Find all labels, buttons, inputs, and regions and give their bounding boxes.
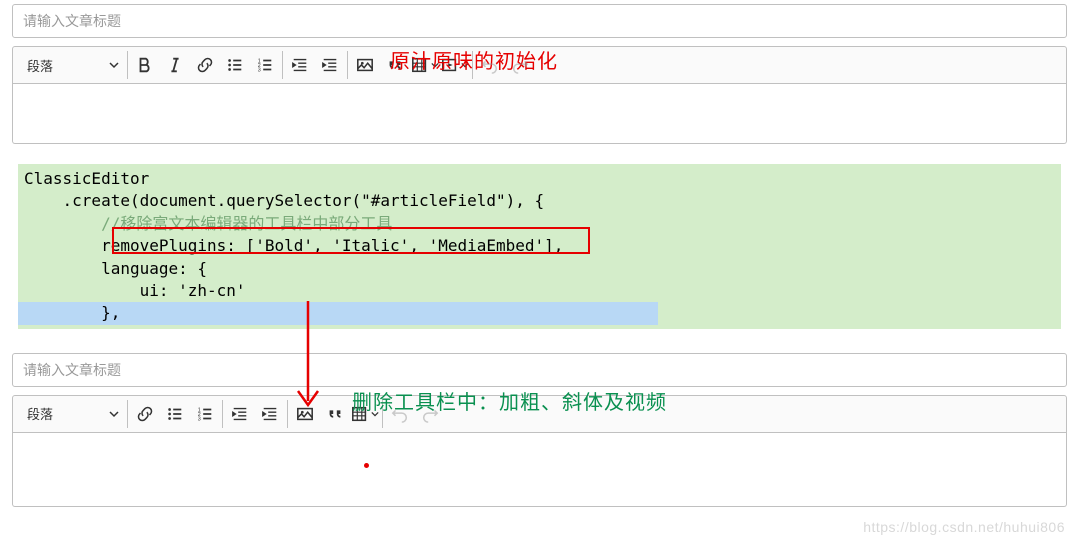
heading-label: 段落 (27, 404, 53, 423)
annotation-dot (364, 463, 369, 468)
undo-icon (391, 405, 409, 423)
code-snippet: ClassicEditor .create(document.querySele… (18, 164, 1061, 329)
indent-button[interactable] (255, 398, 285, 430)
indent-icon (321, 56, 339, 74)
code-line: }, (18, 302, 1061, 324)
chevron-down-icon (109, 409, 119, 419)
redo-button[interactable] (505, 49, 535, 81)
highlight-box (112, 227, 590, 254)
annotation-arrow (288, 301, 328, 421)
bold-icon (136, 56, 154, 74)
editor-content-2[interactable] (12, 433, 1067, 507)
bulleted-list-icon (226, 56, 244, 74)
article-title-input[interactable] (12, 4, 1067, 38)
indent-button[interactable] (315, 49, 345, 81)
link-icon (196, 56, 214, 74)
outdent-icon (291, 56, 309, 74)
separator (127, 400, 128, 428)
redo-button[interactable] (415, 398, 445, 430)
link-button[interactable] (190, 49, 220, 81)
separator (222, 400, 223, 428)
heading-dropdown[interactable]: 段落 (17, 49, 125, 81)
bulleted-list-button[interactable] (160, 398, 190, 430)
redo-icon (421, 405, 439, 423)
code-line: language: { (18, 258, 1061, 280)
undo-icon (481, 56, 499, 74)
outdent-button[interactable] (285, 49, 315, 81)
separator (347, 51, 348, 79)
numbered-list-icon: 123 (256, 56, 274, 74)
numbered-list-button[interactable]: 123 (250, 49, 280, 81)
numbered-list-button[interactable]: 123 (190, 398, 220, 430)
heading-label: 段落 (27, 56, 53, 75)
italic-button[interactable] (160, 49, 190, 81)
redo-icon (511, 56, 529, 74)
image-icon (356, 56, 374, 74)
editor-content-1[interactable] (12, 84, 1067, 144)
bold-button[interactable] (130, 49, 160, 81)
heading-dropdown[interactable]: 段落 (17, 398, 125, 430)
numbered-list-icon: 123 (196, 405, 214, 423)
undo-button[interactable] (385, 398, 415, 430)
indent-icon (261, 405, 279, 423)
undo-button[interactable] (475, 49, 505, 81)
image-button[interactable] (350, 49, 380, 81)
svg-text:3: 3 (258, 67, 261, 73)
chevron-down-icon (109, 60, 119, 70)
separator (282, 51, 283, 79)
code-line: ui: 'zh-cn' (18, 280, 1061, 302)
outdent-button[interactable] (225, 398, 255, 430)
bulleted-list-icon (166, 405, 184, 423)
link-button[interactable] (130, 398, 160, 430)
article-title-input-2[interactable] (12, 353, 1067, 387)
svg-text:3: 3 (198, 416, 201, 422)
code-line: .create(document.querySelector("#article… (18, 190, 1061, 212)
separator (127, 51, 128, 79)
outdent-icon (231, 405, 249, 423)
quote-icon (326, 405, 344, 423)
italic-icon (166, 56, 184, 74)
link-icon (136, 405, 154, 423)
watermark-text: https://blog.csdn.net/huhui806 (863, 519, 1065, 535)
code-line: ClassicEditor (18, 168, 1061, 190)
bulleted-list-button[interactable] (220, 49, 250, 81)
